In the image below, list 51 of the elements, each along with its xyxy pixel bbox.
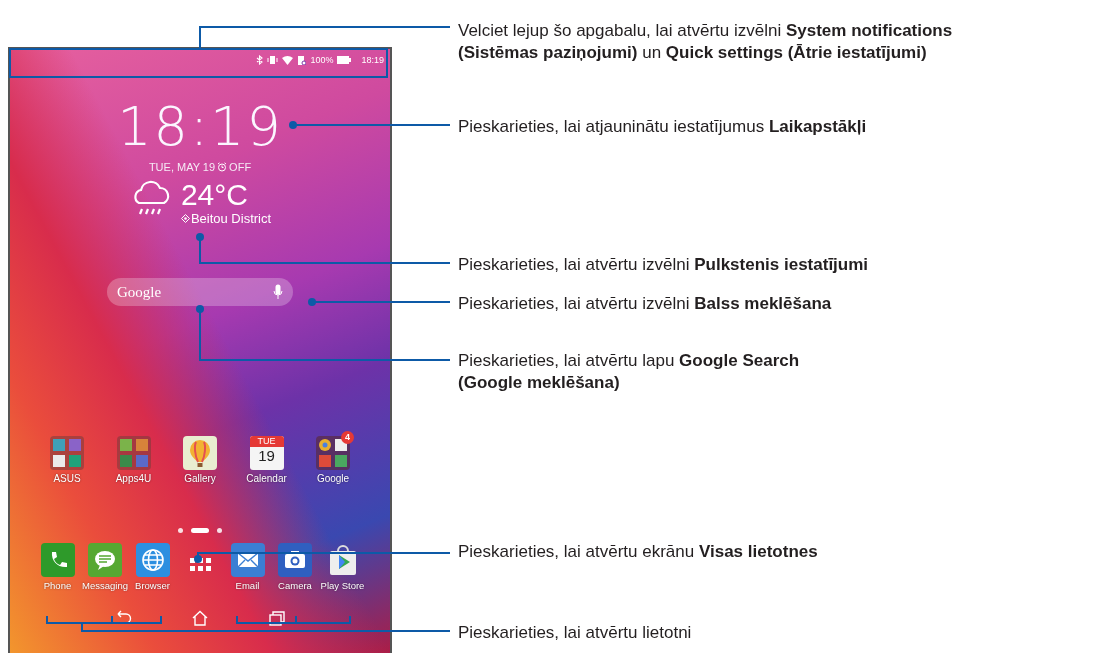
temperature[interactable]: 24°C: [180, 179, 272, 211]
folder-icon[interactable]: [316, 436, 350, 470]
page-indicator[interactable]: [178, 527, 183, 533]
callout-text: Pieskarieties, lai atvērtu lapu Google Search (Google meklēšana): [458, 350, 800, 394]
app-label[interactable]: Apps4U: [115, 473, 152, 485]
status-time: 18:19: [361, 55, 384, 65]
app-label[interactable]: Google: [316, 473, 350, 485]
callout-text: Pieskarieties, lai atvērtu izvēlni Pulkstenis iestatījumi: [458, 254, 869, 276]
search-placeholder: Google: [117, 283, 162, 301]
alarm-status: OFF: [229, 161, 252, 173]
app-label[interactable]: Play Store: [319, 580, 366, 592]
recent-apps-icon[interactable]: [268, 610, 286, 626]
search-bar[interactable]: Google: [107, 278, 293, 306]
callout-text: Pieskarieties, lai atvērtu ekrānu Visas lietotnes: [458, 541, 818, 563]
page-indicator[interactable]: [191, 527, 209, 533]
app-label[interactable]: Email: [224, 580, 271, 592]
wifi-icon: [282, 55, 294, 65]
calendar-day: TUE: [249, 436, 284, 447]
callout-text: Velciet lejup šo apgabalu, lai atvērtu izvēlni System notifications (Sistēmas paziņojumi) un Quick settings (Ātrie iestatījumi): [458, 20, 953, 64]
envelope-icon[interactable]: [230, 543, 265, 577]
callout-text: Pieskarieties, lai atjauninātu iestatījumus Laikapstākļi: [458, 116, 867, 138]
callout-text: Pieskarieties, lai atvērtu lietotni: [458, 622, 692, 644]
vibrate-icon: [267, 55, 279, 65]
weather-location: Beitou District: [190, 211, 272, 226]
clock-time[interactable]: 18:19: [117, 97, 283, 157]
globe-icon[interactable]: [135, 543, 170, 577]
phone-icon[interactable]: [40, 543, 75, 577]
location-icon: [180, 214, 190, 223]
camera-icon[interactable]: [278, 543, 312, 577]
hot-air-balloon-icon[interactable]: [183, 436, 217, 470]
app-label[interactable]: Gallery: [184, 473, 216, 485]
battery-icon: [337, 56, 352, 64]
app-label[interactable]: Camera: [271, 580, 319, 592]
battery-percentage: 100%: [310, 55, 334, 65]
battery-saver-icon: [297, 55, 307, 65]
calendar-date: 19: [257, 447, 276, 464]
home-icon[interactable]: [191, 610, 209, 626]
app-label[interactable]: Calendar: [246, 473, 287, 485]
app-label[interactable]: Phone: [34, 580, 81, 592]
clock-date: TUE, MAY 19: [148, 161, 216, 173]
message-icon[interactable]: [88, 543, 122, 577]
app-label[interactable]: Messaging: [81, 580, 129, 592]
app-label[interactable]: ASUS: [53, 473, 81, 485]
page-indicator[interactable]: [217, 527, 222, 533]
folder-icon[interactable]: [50, 436, 84, 470]
alarm-clock-icon: [217, 162, 228, 172]
microphone-icon[interactable]: [273, 284, 283, 300]
callout-text: Pieskarieties, lai atvērtu izvēlni Balss meklēšana: [458, 293, 832, 315]
notification-badge: 4: [341, 431, 354, 444]
bluetooth-icon: [256, 55, 264, 65]
app-label[interactable]: Browser: [129, 580, 176, 592]
